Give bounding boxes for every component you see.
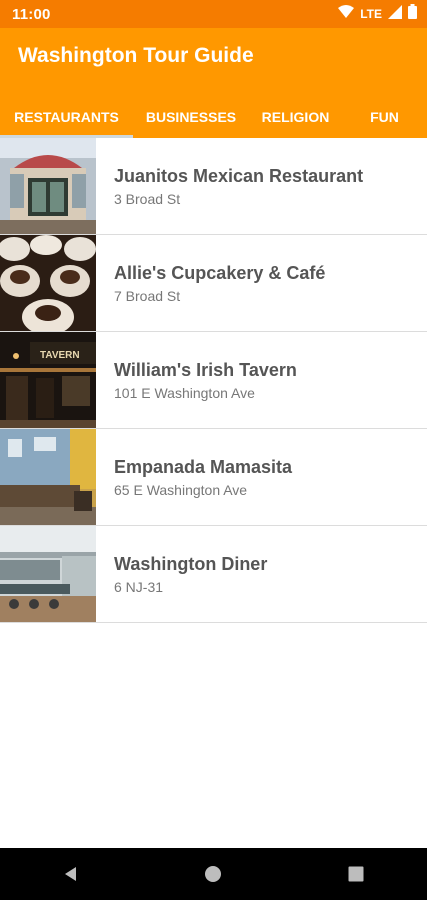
- tab-fun[interactable]: FUN: [342, 96, 427, 138]
- place-name: Juanitos Mexican Restaurant: [114, 165, 364, 186]
- home-icon[interactable]: [183, 848, 243, 900]
- battery-icon: [408, 4, 417, 24]
- svg-text:TAVERN: TAVERN: [40, 350, 80, 361]
- wifi-icon: [338, 4, 355, 24]
- list-item[interactable]: Washington Diner 6 NJ-31: [0, 526, 427, 623]
- empanada-photo: [0, 429, 96, 525]
- app-title: Washington Tour Guide: [18, 44, 254, 67]
- signal-icon: [388, 4, 402, 24]
- list-item[interactable]: Empanada Mamasita 65 E Washington Ave: [0, 429, 427, 526]
- system-nav-bar: [0, 848, 427, 900]
- place-address: 6 NJ-31: [114, 578, 164, 595]
- list-item[interactable]: Allie's Cupcakery & Café 7 Broad St: [0, 235, 427, 332]
- tab-businesses[interactable]: BUSINESSES: [133, 96, 249, 138]
- place-name: Allie's Cupcakery & Café: [114, 262, 326, 283]
- cupcakes-photo: [0, 235, 96, 331]
- place-address: 65 E Washington Ave: [114, 481, 248, 498]
- network-type: LTE: [360, 7, 382, 21]
- place-name: William's Irish Tavern: [114, 359, 297, 380]
- place-address: 7 Broad St: [114, 287, 181, 304]
- app-bar: Washington Tour Guide RESTAURANTS BUSINE…: [0, 28, 427, 138]
- place-address: 101 E Washington Ave: [114, 384, 255, 401]
- status-bar: 11:00 LTE: [0, 0, 427, 28]
- recents-icon[interactable]: [326, 848, 386, 900]
- place-address: 3 Broad St: [114, 190, 181, 207]
- status-icons: LTE: [338, 4, 417, 24]
- tab-bar: RESTAURANTS BUSINESSES RELIGION FUN: [0, 96, 427, 138]
- back-icon[interactable]: [41, 848, 101, 900]
- restaurant-photo: [0, 138, 96, 234]
- list-item[interactable]: Juanitos Mexican Restaurant 3 Broad St: [0, 138, 427, 235]
- tab-religion[interactable]: RELIGION: [249, 96, 342, 138]
- place-name: Empanada Mamasita: [114, 456, 293, 477]
- place-name: Washington Diner: [114, 553, 268, 574]
- diner-photo: [0, 526, 96, 622]
- status-time: 11:00: [12, 5, 51, 23]
- tab-restaurants[interactable]: RESTAURANTS: [0, 96, 133, 138]
- tavern-photo: TAVERN: [0, 332, 96, 428]
- list-item[interactable]: TAVERN William's Irish Tavern 101 E Wash…: [0, 332, 427, 429]
- places-list: Juanitos Mexican Restaurant 3 Broad St A…: [0, 138, 427, 623]
